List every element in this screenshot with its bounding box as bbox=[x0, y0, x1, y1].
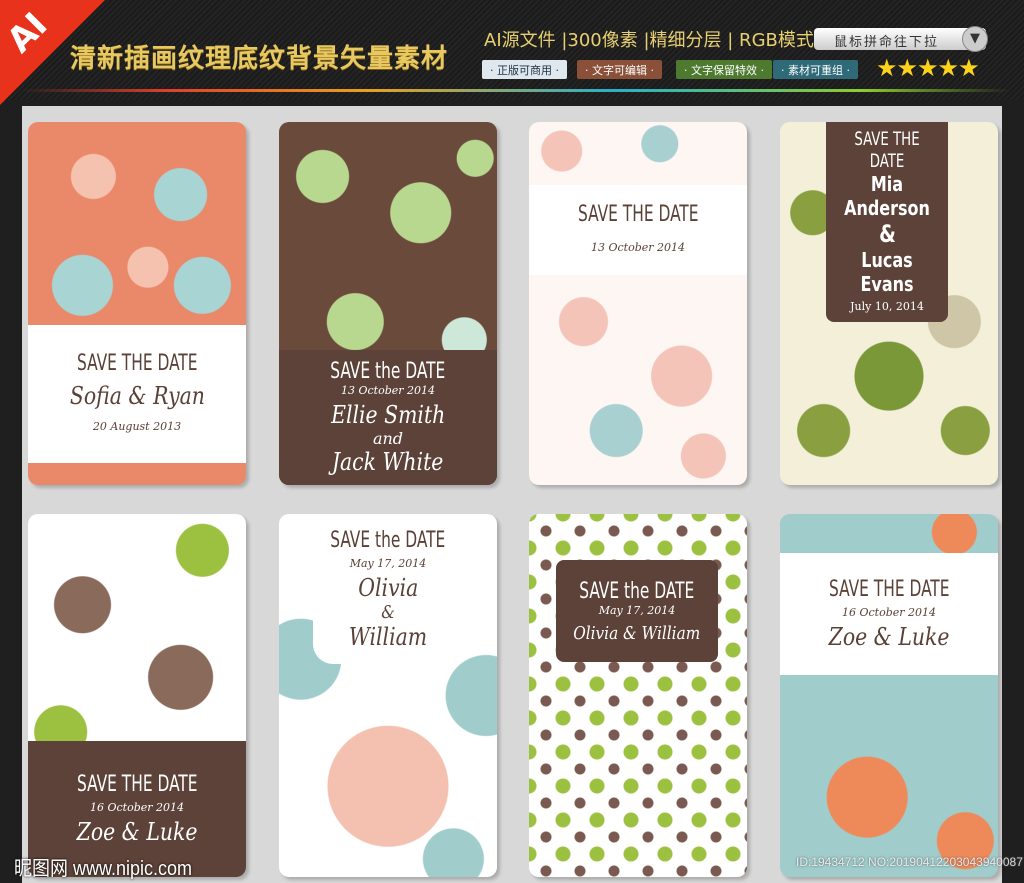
couple-names: Sofia & Ryan bbox=[69, 382, 205, 410]
save-the-date-heading: SAVE the DATE bbox=[330, 527, 446, 553]
bride-name: Mia Anderson bbox=[844, 171, 930, 220]
date-band: SAVE THE DATE Sofia & Ryan 20 August 201… bbox=[28, 325, 246, 463]
scroll-hint-label: 鼠标拼命往下拉 bbox=[834, 35, 940, 50]
save-the-date-heading: SAVE THE DATE bbox=[76, 351, 198, 376]
save-the-date-heading: SAVE THE DATE bbox=[854, 127, 920, 172]
card-save-the-date-pink: SAVE THE DATE 13 October 2014 bbox=[529, 122, 747, 485]
header-banner: AI 清新插画纹理底纹背景矢量素材 AI源文件 |300像素 |精细分层 | R… bbox=[0, 0, 1024, 105]
groom-name: Jack White bbox=[332, 448, 444, 476]
date-arch: SAVE the DATE May 17, 2014 Olivia & Will… bbox=[313, 514, 463, 664]
card-mia-lucas: SAVE THE DATE Mia Anderson & Lucas Evans… bbox=[780, 122, 998, 485]
event-date: May 17, 2014 bbox=[598, 603, 676, 617]
card-zoe-luke-brown: SAVE THE DATE 16 October 2014 Zoe & Luke bbox=[28, 514, 246, 877]
save-the-date-heading: SAVE THE DATE bbox=[828, 577, 950, 602]
date-band: SAVE THE DATE 16 October 2014 Zoe & Luke bbox=[780, 553, 998, 675]
save-the-date-heading: SAVE THE DATE bbox=[76, 772, 198, 797]
save-the-date-heading: SAVE THE DATE bbox=[577, 202, 699, 227]
star-rating: ★★★★★ bbox=[876, 55, 980, 82]
save-the-date-heading: SAVE the DATE bbox=[330, 359, 446, 384]
bride-name: Ellie Smith bbox=[330, 401, 446, 429]
event-date: 13 October 2014 bbox=[340, 384, 435, 397]
date-band: SAVE the DATE 13 October 2014 Ellie Smit… bbox=[279, 350, 497, 485]
card-zoe-luke-orange: SAVE THE DATE 16 October 2014 Zoe & Luke bbox=[780, 514, 998, 877]
image-id: ID:19434712 NO:20190412203043940087 bbox=[796, 855, 1023, 869]
ai-badge-label: AI bbox=[0, 5, 56, 61]
groom-name: Lucas Evans bbox=[860, 247, 914, 296]
couple-names: Zoe & Luke bbox=[828, 623, 950, 651]
and-label: and bbox=[372, 429, 404, 448]
watermark: 昵图网 www.nipic.com bbox=[14, 858, 193, 880]
scroll-down-button[interactable]: 鼠标拼命往下拉 ▼ bbox=[814, 26, 988, 52]
card-olivia-william-blue: SAVE the DATE May 17, 2014 Olivia & Will… bbox=[279, 514, 497, 877]
date-band: SAVE THE DATE 13 October 2014 bbox=[529, 185, 747, 275]
date-tab: SAVE THE DATE Mia Anderson & Lucas Evans… bbox=[826, 122, 948, 322]
event-date: May 17, 2014 bbox=[349, 556, 427, 570]
date-box: SAVE the DATE May 17, 2014 Olivia & Will… bbox=[556, 560, 718, 662]
chevron-down-icon: ▼ bbox=[962, 26, 988, 52]
page-title: 清新插画纹理底纹背景矢量素材 bbox=[70, 44, 449, 74]
save-the-date-heading: SAVE the DATE bbox=[579, 578, 695, 604]
event-date: 13 October 2014 bbox=[590, 241, 685, 254]
tag-commercial: · 正版可商用 · bbox=[482, 60, 567, 79]
card-sofia-ryan: SAVE THE DATE Sofia & Ryan 20 August 201… bbox=[28, 122, 246, 485]
couple-names: Zoe & Luke bbox=[76, 818, 198, 846]
file-specs: AI源文件 |300像素 |精细分层 | RGB模式 bbox=[484, 30, 814, 51]
ampersand: & bbox=[381, 601, 395, 623]
tag-regroupable: · 素材可重组 · bbox=[773, 60, 858, 79]
ampersand: & bbox=[878, 219, 896, 248]
tag-text-effects: · 文字保留特效 · bbox=[676, 60, 772, 79]
bride-name: Olivia bbox=[357, 573, 418, 602]
event-date: 16 October 2014 bbox=[841, 606, 936, 619]
groom-name: William bbox=[348, 622, 428, 651]
divider-line bbox=[20, 89, 1010, 92]
card-ellie-jack: SAVE the DATE 13 October 2014 Ellie Smit… bbox=[279, 122, 497, 485]
card-olivia-william-floral: SAVE the DATE May 17, 2014 Olivia & Will… bbox=[529, 514, 747, 877]
event-date: 16 October 2014 bbox=[89, 801, 184, 814]
event-date: July 10, 2014 bbox=[850, 299, 924, 313]
tag-editable-text: · 文字可编辑 · bbox=[577, 60, 662, 79]
couple-names: Olivia & William bbox=[573, 622, 701, 644]
event-date: 20 August 2013 bbox=[92, 420, 182, 433]
